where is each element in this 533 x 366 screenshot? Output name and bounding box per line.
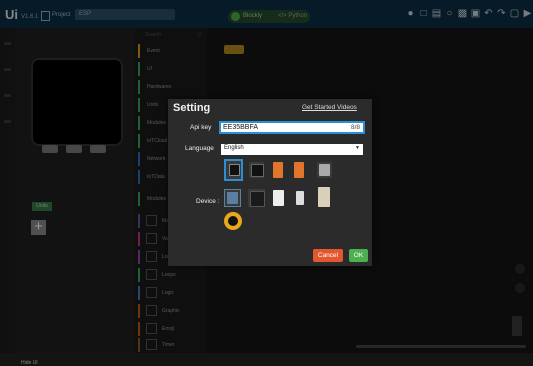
device-option-stamp[interactable] — [296, 191, 304, 205]
device-tough-icon — [250, 191, 265, 207]
device-stickc-plus-icon — [294, 162, 304, 178]
language-select[interactable]: English ▼ — [221, 144, 363, 155]
chevron-down-icon: ▼ — [355, 145, 360, 151]
device-core2-icon — [251, 164, 264, 177]
device-option-atom[interactable] — [317, 162, 332, 178]
device-stickc-icon — [273, 162, 283, 178]
device-option-paper[interactable] — [224, 189, 241, 207]
api-key-value: EE35BBFA — [223, 124, 259, 131]
device-dial-screen-icon — [228, 216, 238, 226]
hide-ui-toggle[interactable]: Hide UI — [21, 360, 38, 366]
get-started-videos-link[interactable]: Get Started Videos — [302, 104, 357, 111]
dialog-title: Setting — [173, 102, 211, 114]
device-option-tough[interactable] — [248, 189, 265, 207]
settings-dialog: Setting Get Started Videos Api key EE35B… — [168, 99, 372, 266]
device-stamp-icon — [296, 191, 304, 205]
device-option-core2[interactable] — [249, 162, 264, 178]
api-key-label: Api key — [190, 124, 212, 131]
language-label: Language — [185, 145, 214, 152]
device-coreink-icon — [273, 190, 284, 206]
language-value: English — [224, 145, 244, 151]
device-label: Device : — [196, 198, 220, 205]
device-paper-icon — [227, 192, 238, 204]
api-key-char-count: 8/8 — [350, 124, 360, 131]
cancel-button[interactable]: Cancel — [313, 249, 343, 262]
device-option-stickc[interactable] — [273, 162, 283, 178]
ok-button[interactable]: OK — [349, 249, 368, 262]
device-option-core-selected[interactable] — [224, 159, 243, 181]
device-option-dial[interactable] — [224, 212, 242, 230]
device-station-icon — [318, 187, 330, 207]
device-option-station[interactable] — [318, 187, 330, 207]
device-core-icon — [229, 164, 240, 176]
device-option-stickc-plus[interactable] — [294, 162, 304, 178]
device-option-coreink[interactable] — [273, 190, 284, 206]
device-atom-icon — [319, 164, 330, 176]
api-key-input[interactable]: EE35BBFA 8/8 — [219, 121, 365, 134]
